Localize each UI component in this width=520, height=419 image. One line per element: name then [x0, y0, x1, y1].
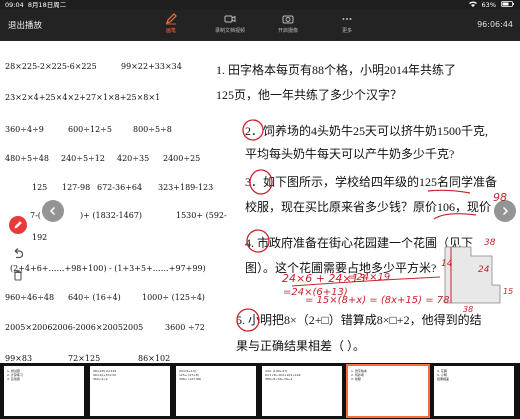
slide-thumbnail-current[interactable]: 1. 田字格本 2. 饲养场 3. 校服	[346, 364, 430, 418]
battery-percent: 63%	[481, 1, 496, 9]
thumbnail-strip: 1. 测试题 2. 计算练习 3. 应用题 28×225-2×225 99×22…	[0, 363, 520, 419]
slide-thumbnail[interactable]: 28×225-2×225 99×22+33×34 360÷4÷9	[90, 366, 170, 416]
battery-icon	[501, 0, 514, 10]
pen-tool-button[interactable]	[9, 216, 27, 234]
thumbnail-text: 380÷8÷36÷39÷4	[265, 377, 293, 381]
record-video-label: 录制文档视频	[214, 28, 245, 34]
slide-thumbnail[interactable]: 344- (144+37) 6×7×8÷102+102+104 380÷8÷36…	[262, 366, 342, 416]
thumbnail-text: 3. 校服	[351, 377, 361, 381]
slide-thumbnail[interactable]: 1. 测试题 2. 计算练习 3. 应用题	[4, 366, 84, 416]
status-time: 09:04	[5, 1, 24, 9]
trash-icon	[13, 270, 23, 281]
status-bar: 09:04 8月18日周二 63%	[0, 0, 520, 10]
next-slide-button[interactable]	[494, 200, 516, 222]
ink-layer	[236, 119, 501, 332]
previous-slide-button[interactable]	[42, 200, 64, 222]
session-timer: 96:06:44	[477, 20, 513, 29]
ink-annotation: 15	[503, 287, 514, 296]
camera-label: 开启摄像	[277, 28, 298, 34]
status-right: 63%	[468, 0, 514, 10]
exit-playback-button[interactable]: 退出播放	[8, 19, 42, 31]
ink-annotation: =24×19	[348, 272, 391, 283]
pen-button-label: 画笔	[165, 28, 176, 34]
thumbnail-text: 398+ (127-98)	[179, 377, 202, 381]
chevron-right-icon	[502, 206, 509, 216]
camera-icon	[282, 15, 294, 24]
slide-canvas[interactable]: 28×225-2×225-6×225 99×22+33×34 23×2×4+25…	[0, 41, 520, 363]
ink-annotation: 24	[478, 265, 490, 275]
more-icon	[342, 18, 352, 20]
pencil-icon	[14, 221, 22, 229]
video-icon	[224, 15, 236, 23]
thumbnail-text: 360÷4÷9	[93, 377, 108, 381]
ink-annotation: = 15×(8+x) = (8x+15) = 78	[305, 295, 450, 306]
record-video-button[interactable]: 录制文档视频	[208, 13, 252, 34]
undo-button[interactable]	[9, 244, 27, 262]
slide-thumbnail[interactable]: 4. 花圃 5. 小明 结果相差	[434, 366, 514, 416]
thumbnail-text: 结果相差	[437, 377, 450, 381]
ink-annotation: 38	[484, 238, 496, 248]
status-date: 8月18日周二	[27, 1, 67, 9]
pen-button[interactable]: 画笔	[149, 13, 193, 34]
chevron-left-icon	[49, 206, 56, 216]
ink-annotation: 14	[441, 259, 453, 269]
wifi-icon	[468, 0, 477, 10]
toolbar: 退出播放 画笔 录制文档视频 开启摄像 更多 96:06:44	[0, 10, 520, 41]
undo-icon	[14, 248, 24, 259]
camera-button[interactable]: 开启摄像	[266, 13, 310, 34]
thumbnail-text: 3. 应用题	[7, 377, 20, 381]
more-label: 更多	[341, 28, 352, 34]
pen-icon	[166, 13, 177, 25]
slide-thumbnail[interactable]: 24×(6+13) 125+ (27+8) 398+ (127-98)	[176, 366, 256, 416]
clear-ink-button[interactable]	[9, 266, 27, 284]
status-time-date: 09:04 8月18日周二	[5, 0, 66, 10]
more-button[interactable]: 更多	[325, 13, 369, 34]
ink-annotation: 38	[463, 305, 474, 314]
